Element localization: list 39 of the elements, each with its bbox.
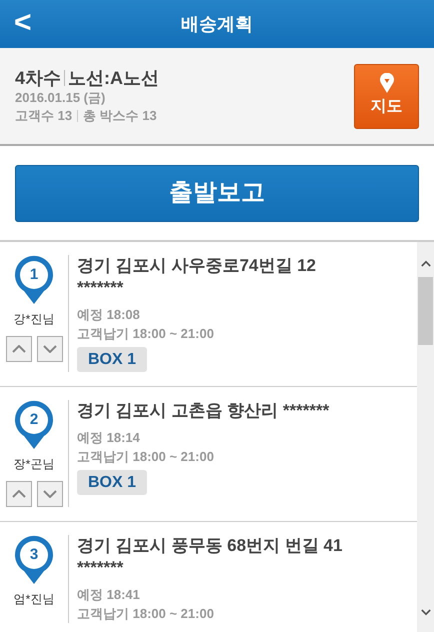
departure-report-button[interactable]: 출발보고 (15, 164, 419, 222)
chevron-up-icon (12, 345, 26, 353)
box-tag: BOX 1 (77, 470, 148, 495)
delivery-address: 경기 김포시 고촌읍 향산리 ******* (77, 400, 330, 422)
delivery-address: 경기 김포시 풍무동 68번지 번길 41 ******* (77, 535, 344, 579)
delivery-window: 고객납기 18:00 ~ 21:00 (77, 447, 409, 466)
map-pin-icon: 2 (13, 400, 55, 450)
map-button[interactable]: 지도 (354, 64, 419, 128)
scrollbar[interactable] (417, 242, 434, 632)
estimated-time: 예정 18:08 (77, 306, 141, 324)
chevron-down-icon (42, 345, 56, 353)
page-title: 배송계획 (181, 12, 253, 36)
back-button[interactable]: < (14, 6, 32, 40)
scroll-thumb[interactable] (418, 277, 433, 345)
chevron-up-icon (12, 490, 26, 498)
estimated-time: 예정 18:41 (77, 586, 141, 604)
move-down-button[interactable] (36, 481, 62, 507)
move-down-button[interactable] (36, 336, 62, 362)
plan-date: 2016.01.15 (금) (15, 89, 106, 107)
route-label: 노선:A노선 (68, 67, 160, 89)
move-up-button[interactable] (6, 336, 32, 362)
box-tag: BOX 1 (77, 347, 148, 372)
customer-name: 장*곤님 (14, 456, 54, 473)
move-up-button[interactable] (6, 481, 32, 507)
map-pin-icon: 1 (13, 255, 55, 305)
customer-name: 강*진님 (14, 311, 54, 328)
location-pin-icon (380, 73, 394, 93)
customer-count: 고객수 13 (15, 107, 72, 125)
customer-name: 엄*진님 (14, 591, 54, 608)
estimated-time: 예정 18:14 (77, 429, 141, 447)
scroll-down-icon (420, 609, 430, 616)
delivery-window: 고객납기 18:00 ~ 21:00 (77, 324, 409, 343)
chevron-down-icon (42, 490, 56, 498)
box-count: 총 박스수 13 (83, 107, 157, 125)
scroll-up-icon (420, 260, 430, 267)
map-pin-icon: 3 (13, 535, 55, 585)
delivery-address: 경기 김포시 사우중로74번길 12 ******* (77, 255, 317, 299)
round-label: 4차수 (15, 67, 62, 89)
delivery-window: 고객납기 18:00 ~ 21:00 (77, 604, 409, 623)
